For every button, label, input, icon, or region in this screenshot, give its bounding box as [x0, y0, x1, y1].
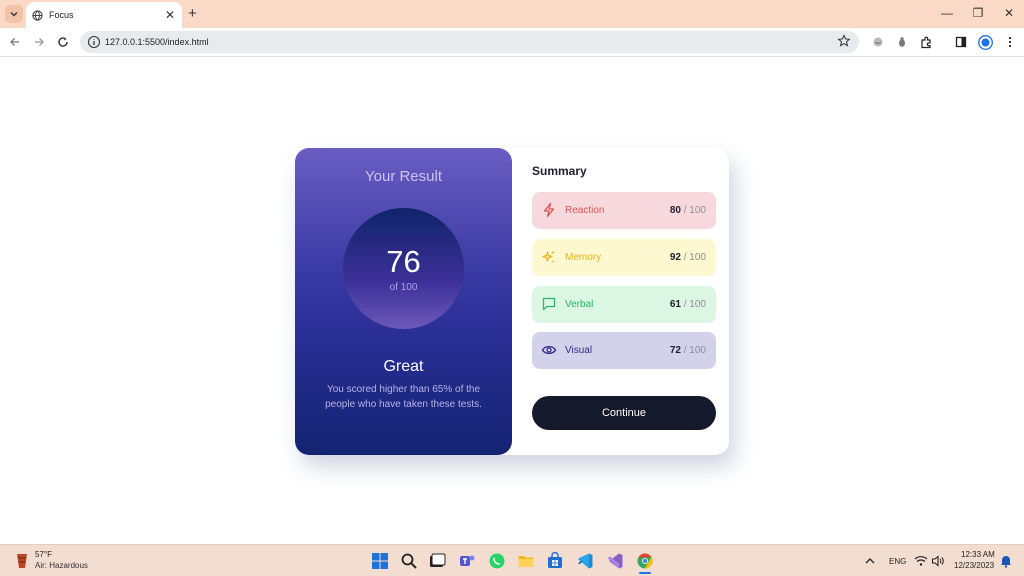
- result-panel: Your Result 76 of 100 Great You scored h…: [295, 148, 512, 455]
- close-window-button[interactable]: ✕: [1001, 6, 1017, 20]
- taskbar: 57°F Air: Hazardous ENG 12:33 AM 12/23/2…: [0, 544, 1024, 576]
- side-panel-icon: [955, 36, 967, 48]
- task-view-icon[interactable]: [428, 552, 446, 570]
- summary-label-visual: Visual: [565, 345, 593, 356]
- result-heading: Your Result: [365, 168, 442, 185]
- profile-avatar-icon: [977, 34, 993, 50]
- globe-icon: [32, 9, 43, 21]
- browser-menu-button[interactable]: [1002, 34, 1018, 50]
- side-panel-button[interactable]: [953, 34, 969, 50]
- chrome-icon[interactable]: [636, 552, 654, 570]
- extension-icon[interactable]: [870, 34, 886, 50]
- arrow-right-icon: [35, 38, 44, 46]
- file-explorer-icon[interactable]: [517, 552, 535, 570]
- info-icon[interactable]: [87, 35, 101, 49]
- summary-label-verbal: Verbal: [565, 299, 594, 310]
- extensions-button[interactable]: [918, 34, 934, 50]
- chat-bubble-icon: [542, 297, 556, 311]
- grade-label: Great: [383, 358, 424, 375]
- bug-icon: [899, 37, 905, 47]
- summary-score-verbal: 61 / 100: [669, 299, 706, 310]
- browser-tab-strip: Focus ✕ + — ❐ ✕: [0, 0, 1024, 28]
- active-app-indicator: [639, 572, 651, 574]
- summary-score-reaction: 80 / 100: [669, 205, 706, 216]
- browser-tab[interactable]: Focus ✕: [26, 2, 182, 28]
- summary-row-verbal: Verbal 61 / 100: [532, 286, 716, 323]
- score-max-label: of 100: [389, 282, 418, 293]
- teams-icon[interactable]: [458, 552, 476, 570]
- tab-search-button[interactable]: [5, 5, 23, 23]
- whatsapp-icon[interactable]: [488, 552, 506, 570]
- back-button[interactable]: [6, 33, 24, 51]
- browser-toolbar: 127.0.0.1:5500/index.html: [0, 28, 1024, 57]
- reload-icon: [58, 37, 68, 47]
- summary-label-reaction: Reaction: [565, 205, 605, 216]
- arrow-left-icon: [10, 38, 19, 46]
- sparkles-icon: [542, 250, 555, 263]
- clock-time[interactable]: 12:33 AM: [961, 550, 995, 559]
- more-vertical-icon: [1008, 36, 1012, 48]
- summary-score-visual: 72 / 100: [669, 345, 706, 356]
- eye-icon: [541, 345, 557, 355]
- weather-description[interactable]: Air: Hazardous: [35, 561, 88, 570]
- profile-button[interactable]: [977, 34, 993, 50]
- summary-label-memory: Memory: [565, 252, 602, 263]
- summary-row-reaction: Reaction 80 / 100: [532, 192, 716, 229]
- clock-date[interactable]: 12/23/2023: [954, 561, 994, 570]
- forward-button[interactable]: [30, 33, 48, 51]
- extension-bug-button[interactable]: [894, 34, 910, 50]
- windows-start-icon[interactable]: [371, 552, 389, 570]
- summary-title: Summary: [532, 164, 587, 178]
- puzzle-icon: [920, 36, 931, 48]
- notification-bell-icon[interactable]: [999, 552, 1013, 570]
- summary-panel: Summary Reaction 80 / 100 Memory 92 / 10…: [512, 148, 729, 455]
- volume-icon[interactable]: [931, 552, 945, 570]
- weather-icon[interactable]: [14, 551, 30, 571]
- chevron-down-icon: [10, 12, 18, 17]
- summary-row-memory: Memory 92 / 100: [532, 239, 716, 276]
- grade-description: You scored higher than 65% of the people…: [325, 384, 482, 410]
- url-text[interactable]: 127.0.0.1:5500/index.html: [105, 37, 209, 47]
- score-value: 76: [386, 244, 421, 279]
- extension-shield-icon: [873, 37, 883, 47]
- summary-score-memory: 92 / 100: [669, 252, 706, 263]
- chevron-up-icon[interactable]: [864, 552, 876, 570]
- vscode-icon[interactable]: [576, 552, 594, 570]
- weather-temperature[interactable]: 57°F: [35, 550, 52, 559]
- address-bar[interactable]: 127.0.0.1:5500/index.html: [80, 31, 859, 53]
- visual-studio-icon[interactable]: [606, 552, 624, 570]
- restore-button[interactable]: ❐: [970, 6, 986, 20]
- score-circle: 76 of 100: [343, 208, 464, 329]
- wifi-icon[interactable]: [914, 552, 928, 570]
- minimize-button[interactable]: —: [939, 6, 955, 20]
- tab-close-button[interactable]: ✕: [164, 8, 176, 22]
- tab-title: Focus: [49, 10, 74, 20]
- lightning-icon: [543, 202, 555, 218]
- reload-button[interactable]: [54, 33, 72, 51]
- search-icon[interactable]: [400, 552, 418, 570]
- bookmark-star-icon[interactable]: [837, 34, 851, 48]
- summary-row-visual: Visual 72 / 100: [532, 332, 716, 369]
- continue-button[interactable]: Continue: [532, 396, 716, 430]
- language-indicator[interactable]: ENG: [889, 557, 906, 566]
- new-tab-button[interactable]: +: [188, 6, 197, 21]
- results-summary-card: Your Result 76 of 100 Great You scored h…: [295, 148, 729, 455]
- microsoft-store-icon[interactable]: [546, 552, 564, 570]
